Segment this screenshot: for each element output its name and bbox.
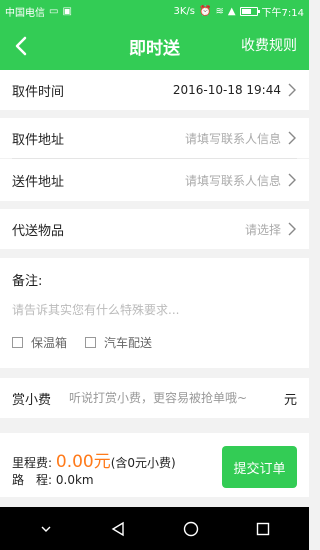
delivery-options: 保温箱 汽车配送 [12, 334, 152, 351]
pickup-address-label: 取件地址 [12, 132, 65, 148]
wifi-icon: ≋ [215, 5, 224, 17]
order-footer: 里程费: 0.00元(含0元小费) 路 程: 0.0km 提交订单 [0, 433, 309, 497]
notes-title: 备注: [12, 274, 43, 289]
system-home-button[interactable] [176, 514, 206, 544]
submit-order-button[interactable]: 提交订单 [222, 446, 297, 488]
checkbox-box [12, 337, 23, 348]
status-right: 3K/s ⏰ ≋ ▲ 下午7:14 [173, 4, 304, 19]
system-nav-bar [0, 507, 309, 550]
nav-bar: 即时送 收费规则 [0, 22, 309, 70]
alarm-icon: ⏰ [198, 5, 212, 17]
insulated-box-label: 保温箱 [31, 336, 68, 350]
item-placeholder: 请选择 [244, 222, 281, 237]
tip-unit: 元 [283, 392, 297, 408]
collapse-keyboard-button[interactable] [31, 514, 61, 544]
image-notification-icon: ▣ [62, 5, 72, 17]
distance-value: 0.0km [55, 473, 94, 487]
fee-label: 里程费: [12, 456, 53, 470]
car-delivery-checkbox[interactable]: 汽车配送 [85, 334, 152, 351]
notes-section: 备注: 保温箱 汽车配送 [0, 258, 309, 368]
chevron-right-icon [288, 173, 296, 187]
tip-input[interactable] [69, 391, 278, 405]
page-title: 即时送 [129, 38, 180, 59]
pickup-time-value: 2016-10-18 19:44 [172, 83, 281, 97]
battery-icon [239, 6, 260, 16]
fee-amount: 0.00元 [55, 452, 111, 472]
triangle-back-icon [112, 521, 125, 536]
item-row[interactable]: 代送物品 请选择 [0, 209, 309, 249]
sim-icon: ▭ [49, 5, 59, 17]
system-back-button[interactable] [103, 514, 133, 544]
pickup-address-row[interactable]: 取件地址 请填写联系人信息 [0, 118, 309, 158]
notes-input[interactable] [12, 303, 297, 317]
tip-label: 赏小费 [12, 392, 52, 408]
fee-rules-link[interactable]: 收费规则 [241, 22, 297, 70]
delivery-address-placeholder: 请填写联系人信息 [184, 173, 281, 188]
pickup-time-row[interactable]: 取件时间 2016-10-18 19:44 [0, 70, 309, 110]
app-screen: 中国电信 ▭ ▣ 3K/s ⏰ ≋ ▲ 下午7:14 即时送 收费规则 取件时间… [0, 0, 309, 550]
fee-note: (含0元小费) [110, 456, 176, 470]
insulated-box-checkbox[interactable]: 保温箱 [12, 334, 67, 351]
circle-home-icon [183, 521, 198, 536]
car-delivery-label: 汽车配送 [104, 336, 153, 350]
chevron-right-icon [288, 83, 296, 97]
distance-line: 路 程: 0.0km [12, 471, 94, 488]
delivery-address-label: 送件地址 [12, 174, 65, 190]
back-button[interactable] [10, 32, 34, 60]
delivery-address-row[interactable]: 送件地址 请填写联系人信息 [0, 159, 309, 201]
pickup-time-label: 取件时间 [12, 84, 65, 100]
fee-line: 里程费: 0.00元(含0元小费) [12, 447, 176, 472]
signal-icon: ▲ [227, 5, 236, 17]
distance-label: 路 程: [12, 473, 53, 487]
system-recents-button[interactable] [248, 514, 278, 544]
clock: 下午7:14 [261, 7, 304, 19]
checkbox-box [85, 337, 97, 348]
square-recents-icon [256, 522, 270, 535]
chevron-down-icon [41, 526, 51, 532]
chevron-right-icon [288, 222, 296, 236]
item-label: 代送物品 [12, 223, 65, 239]
status-bar: 中国电信 ▭ ▣ 3K/s ⏰ ≋ ▲ 下午7:14 [0, 0, 309, 22]
tip-row: 赏小费 元 [0, 378, 309, 418]
network-speed: 3K/s [173, 5, 195, 17]
status-left: 中国电信 ▭ ▣ [5, 4, 72, 19]
chevron-right-icon [288, 131, 296, 145]
pickup-address-placeholder: 请填写联系人信息 [184, 131, 281, 146]
carrier-name: 中国电信 [5, 7, 45, 19]
back-arrow-icon [15, 36, 27, 56]
